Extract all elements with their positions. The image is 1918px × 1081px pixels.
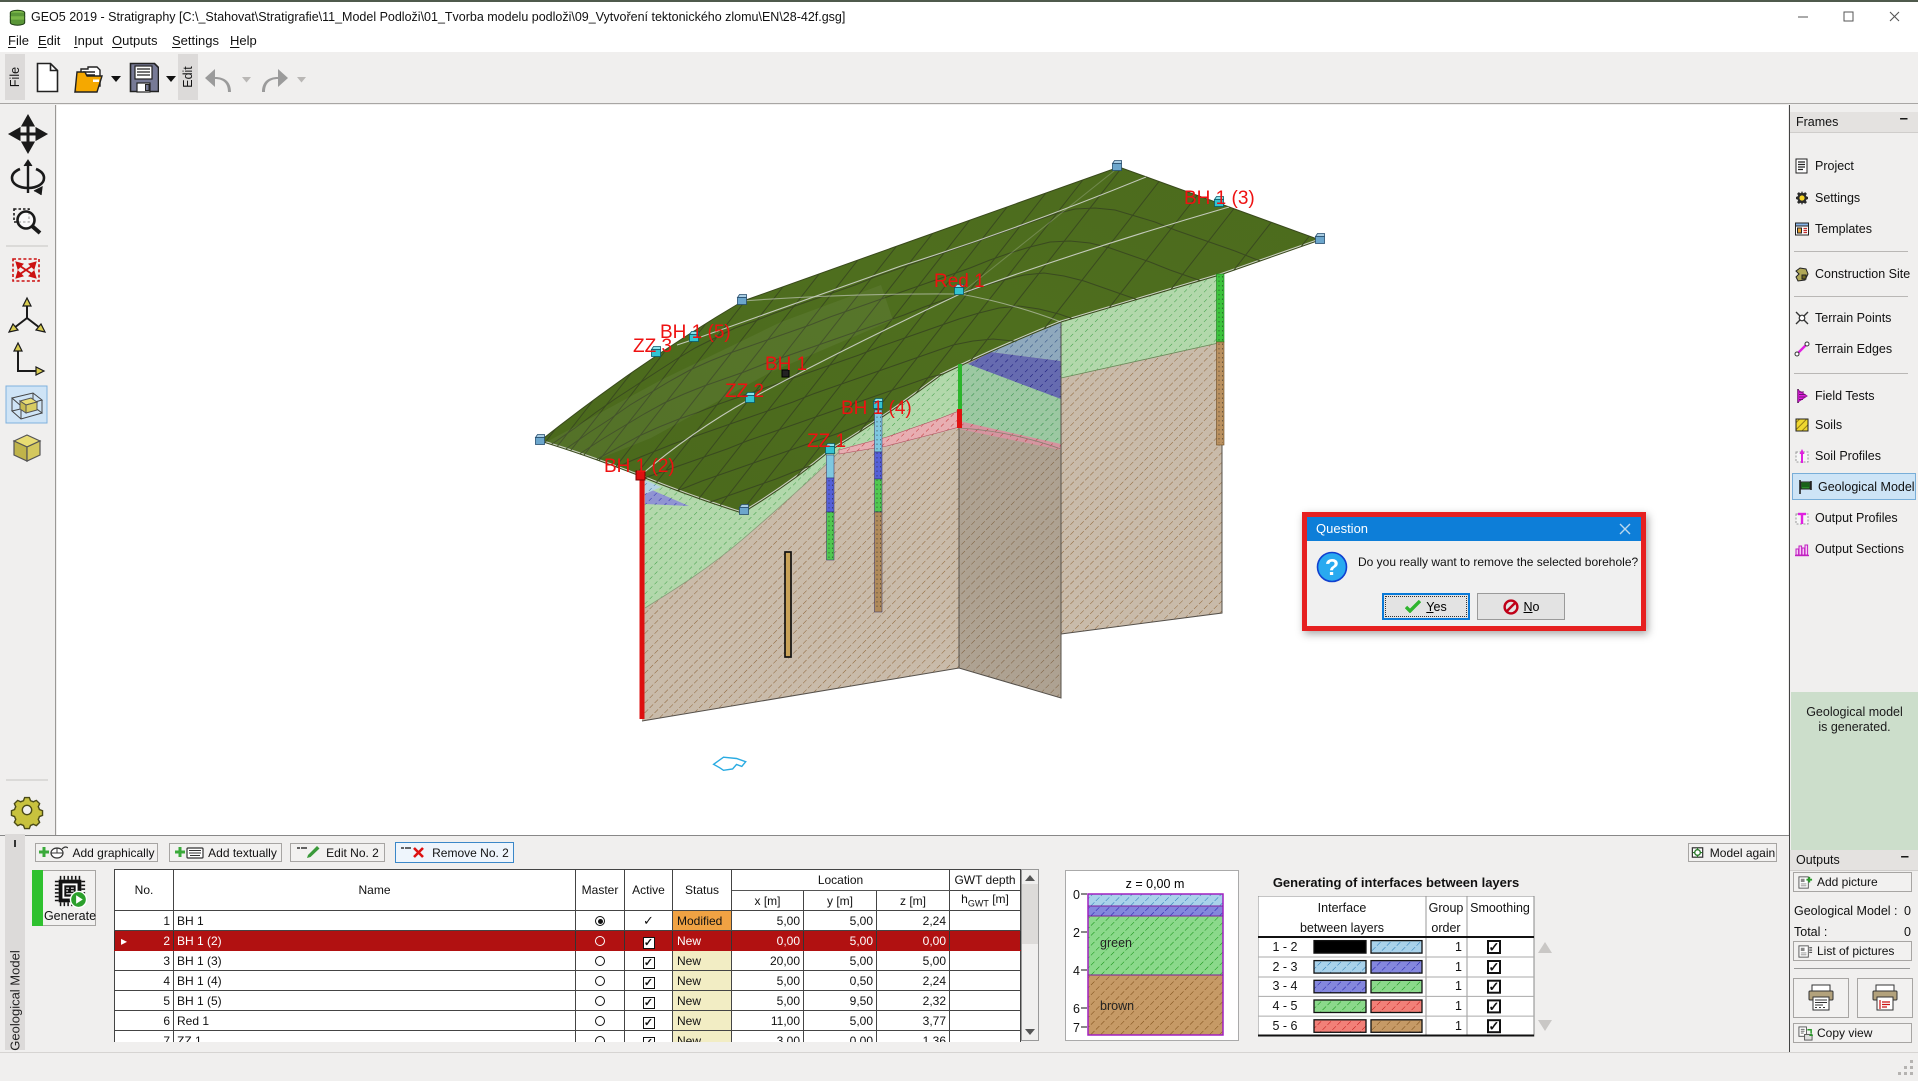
svg-text:1: 1 [1455, 999, 1462, 1013]
svg-text:7: 7 [1073, 1021, 1080, 1035]
svg-text:Smoothing: Smoothing [1470, 901, 1530, 915]
svg-text:BH 1 (2): BH 1 (2) [604, 456, 675, 477]
svg-text:1: 1 [1455, 1019, 1462, 1033]
svg-text:BH 1: BH 1 [765, 354, 807, 375]
svg-text:BH 1 (3): BH 1 (3) [1184, 188, 1255, 209]
svg-text:1: 1 [1455, 960, 1462, 974]
svg-text:Group: Group [1429, 901, 1464, 915]
svg-text:between layers: between layers [1300, 921, 1384, 935]
svg-text:2: 2 [1073, 926, 1080, 940]
svg-text:green: green [1100, 936, 1132, 950]
svg-text:4: 4 [1073, 964, 1080, 978]
svg-text:2 - 3: 2 - 3 [1272, 960, 1297, 974]
svg-text:?: ? [1325, 554, 1339, 580]
svg-text:Red 1: Red 1 [934, 271, 985, 292]
svg-text:3 - 4: 3 - 4 [1272, 979, 1297, 993]
svg-text:0: 0 [1073, 888, 1080, 902]
svg-text:✓: ✓ [1489, 979, 1500, 994]
svg-text:1 - 2: 1 - 2 [1272, 940, 1297, 954]
svg-text:✓: ✓ [1489, 999, 1500, 1014]
svg-text:Interface: Interface [1318, 901, 1367, 915]
svg-text:order: order [1431, 921, 1460, 935]
svg-text:BH 1 (4): BH 1 (4) [841, 398, 912, 419]
svg-text:✓: ✓ [1489, 960, 1500, 975]
svg-text:ZZ 2: ZZ 2 [725, 381, 764, 402]
svg-text:ZZ 1: ZZ 1 [807, 431, 846, 452]
svg-text:5 - 6: 5 - 6 [1272, 1019, 1297, 1033]
svg-text:brown: brown [1100, 999, 1134, 1013]
svg-text:ZZ 3: ZZ 3 [633, 336, 672, 357]
svg-text:1: 1 [1455, 940, 1462, 954]
svg-text:4 - 5: 4 - 5 [1272, 999, 1297, 1013]
svg-text:✓: ✓ [1489, 1019, 1500, 1034]
svg-text:1: 1 [1455, 979, 1462, 993]
svg-text:z = 0,00 m: z = 0,00 m [1126, 877, 1185, 891]
svg-text:✓: ✓ [1489, 940, 1500, 955]
svg-text:6: 6 [1073, 1002, 1080, 1016]
